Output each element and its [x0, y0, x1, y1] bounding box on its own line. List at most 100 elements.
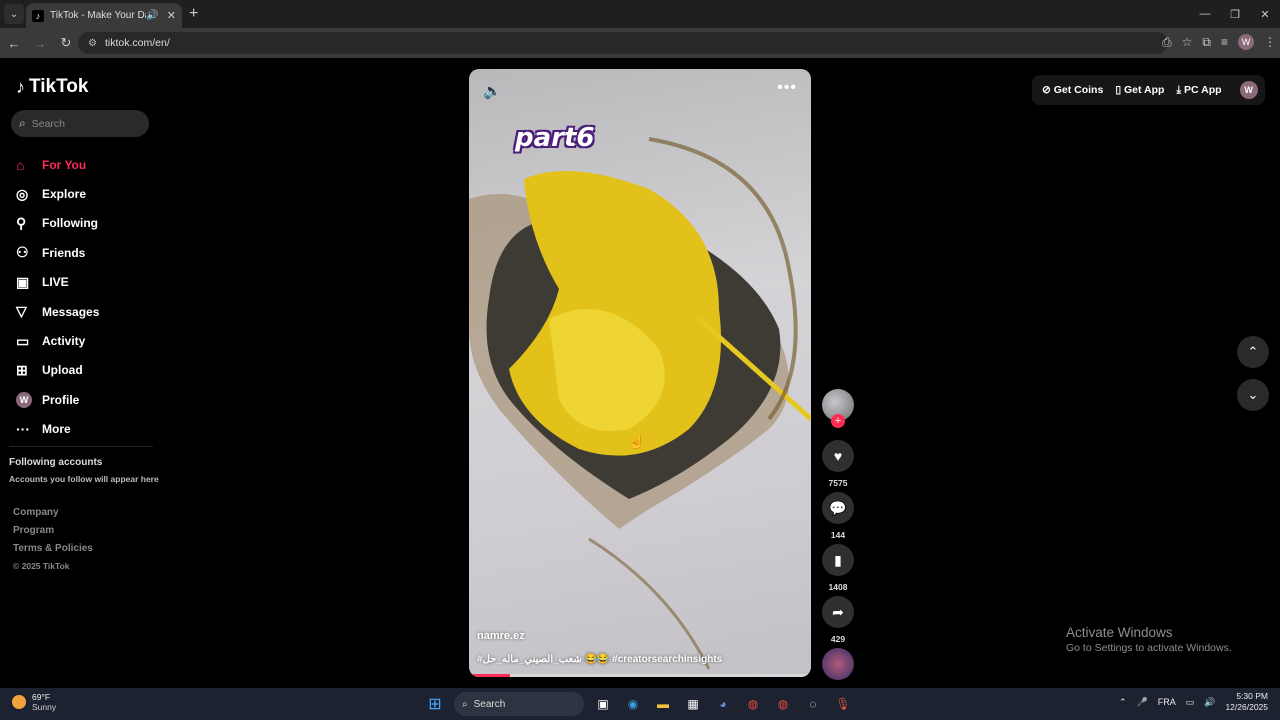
chrome-profile-icon[interactable]: ◍ — [772, 693, 794, 715]
share-button[interactable]: ➦ 429 — [822, 596, 854, 644]
sidebar-item-following[interactable]: ⚲ Following — [16, 209, 156, 238]
install-icon[interactable]: ⎙ — [1162, 35, 1172, 50]
video-progress-fill — [469, 674, 511, 677]
sidebar-item-label: Explore — [42, 187, 87, 202]
sidebar-item-profile[interactable]: W Profile — [16, 385, 156, 414]
minimize-icon[interactable]: — — [1190, 0, 1220, 28]
clock[interactable]: 5:30 PM 12/26/2025 — [1225, 691, 1268, 713]
media-control-icon[interactable]: ≡ — [1221, 35, 1228, 49]
comment-icon: 💬 — [822, 492, 854, 524]
next-video-button[interactable]: ⌄ — [1237, 379, 1269, 411]
sidebar: ♪ TikTok ⌕ Search ⌂ For You ◎ Explore ⚲ … — [0, 58, 160, 688]
video-progress-bar[interactable] — [469, 674, 811, 677]
save-button[interactable]: ▮ 1408 — [822, 544, 854, 592]
pc-app-button[interactable]: ⤓ PC App — [1176, 84, 1221, 97]
music-disc-icon[interactable] — [822, 648, 854, 680]
sidebar-item-label: More — [42, 422, 71, 437]
tab-close-icon[interactable]: ✕ — [167, 9, 176, 22]
video-player[interactable]: 🔈 ••• part6 namre.ez #شعب_الصيني_ماله_حل… — [469, 69, 811, 677]
video-overlay-text: part6 — [515, 123, 595, 153]
edge-icon[interactable]: ◉ — [622, 693, 644, 715]
discord-icon[interactable]: ◕ — [712, 693, 734, 715]
video-frame-image — [469, 137, 811, 670]
video-author[interactable]: namre.ez — [477, 630, 525, 642]
tiktok-favicon-icon: ♪ — [32, 9, 44, 22]
tab-audio-icon[interactable]: 🔊 — [146, 10, 158, 21]
network-icon[interactable]: ▭ — [1186, 697, 1195, 708]
search-icon: ⌕ — [19, 116, 26, 130]
footer-link-company[interactable]: Company — [13, 507, 93, 525]
chrome-icon[interactable]: ◍ — [742, 693, 764, 715]
sidebar-item-for-you[interactable]: ⌂ For You — [16, 150, 156, 179]
store-icon[interactable]: ▦ — [682, 693, 704, 715]
more-options-icon[interactable]: ••• — [777, 79, 797, 97]
compass-icon: ◎ — [16, 185, 29, 202]
sidebar-item-more[interactable]: ··· More — [16, 415, 156, 444]
comment-button[interactable]: 💬 144 — [822, 492, 854, 540]
browser-toolbar-right: ⎙ ☆ ⧉ ≡ W ⋮ — [1162, 34, 1276, 50]
url-field[interactable]: ⚙ tiktok.com/en/ — [78, 32, 1168, 54]
profile-avatar[interactable]: W — [1239, 81, 1258, 99]
reload-icon[interactable]: ↻ — [54, 35, 78, 51]
mic-icon[interactable]: 🎤 — [1137, 697, 1148, 708]
back-icon[interactable]: ← — [2, 36, 26, 51]
like-button[interactable]: ♥ 7575 — [822, 440, 854, 488]
file-explorer-icon[interactable]: ▬ — [652, 693, 674, 715]
sidebar-item-upload[interactable]: ⊞ Upload — [16, 356, 156, 385]
system-tray: ⌃ 🎤 FRA ▭ 🔊 5:30 PM 12/26/2025 — [1119, 691, 1268, 713]
live-icon: ▣ — [16, 273, 30, 290]
microphone-app-icon[interactable]: 🎙 — [832, 693, 854, 715]
browser-profile-avatar[interactable]: W — [1238, 34, 1254, 50]
browser-menu-icon[interactable]: ⋮ — [1264, 35, 1276, 49]
sidebar-item-friends[interactable]: ⚇ Friends — [16, 238, 156, 267]
clock-date: 12/26/2025 — [1225, 702, 1268, 712]
get-coins-button[interactable]: ⊘ Get Coins — [1042, 84, 1103, 96]
task-view-icon[interactable]: ▣ — [592, 693, 614, 715]
get-app-button[interactable]: ▯ Get App — [1115, 84, 1164, 96]
tab-title: TikTok - Make Your Day — [50, 10, 147, 21]
footer-link-terms[interactable]: Terms & Policies — [13, 543, 93, 561]
tiktok-note-icon: ♪ — [16, 76, 25, 97]
follow-plus-icon[interactable]: + — [831, 414, 845, 428]
search-input[interactable]: ⌕ Search — [11, 110, 149, 137]
new-tab-button[interactable]: + — [189, 5, 198, 23]
language-indicator[interactable]: FRA — [1158, 697, 1176, 707]
extensions-icon[interactable]: ⧉ — [1202, 35, 1211, 50]
sidebar-item-activity[interactable]: ▭ Activity — [16, 326, 156, 355]
video-caption[interactable]: #شعب_الصيني_ماله_حل 😂😂 #creatorsearchins… — [477, 654, 722, 665]
speaker-icon[interactable]: 🔊 — [1204, 697, 1215, 708]
tab-search-icon[interactable]: ⌄ — [4, 4, 24, 24]
taskbar-search-placeholder: Search — [473, 698, 506, 710]
sidebar-item-messages[interactable]: ▽ Messages — [16, 297, 156, 326]
previous-video-button[interactable]: ⌃ — [1237, 336, 1269, 368]
volume-icon[interactable]: 🔈 — [483, 82, 502, 100]
browser-tab[interactable]: ♪ TikTok - Make Your Day 🔊 ✕ — [26, 3, 182, 28]
taskbar-search-input[interactable]: ⌕ Search — [454, 692, 584, 716]
sidebar-item-label: LIVE — [42, 275, 69, 290]
bookmark-star-icon[interactable]: ☆ — [1182, 35, 1193, 49]
heart-icon: ♥ — [822, 440, 854, 472]
tiktok-logo[interactable]: ♪ TikTok — [16, 76, 88, 98]
footer-links: Company Program Terms & Policies © 2025 … — [13, 507, 93, 579]
mouse-cursor-icon: ☝ — [628, 433, 646, 449]
site-info-icon[interactable]: ⚙ — [88, 38, 97, 49]
close-window-icon[interactable]: ✕ — [1250, 0, 1280, 28]
share-icon: ➦ — [822, 596, 854, 628]
forward-icon[interactable]: → — [28, 36, 52, 51]
footer-link-program[interactable]: Program — [13, 525, 93, 543]
sidebar-item-label: Activity — [42, 334, 86, 349]
chevron-up-icon[interactable]: ⌃ — [1119, 697, 1127, 708]
more-icon: ··· — [16, 421, 30, 438]
save-count: 1408 — [828, 582, 848, 592]
windows-start-icon[interactable]: ⊞ — [424, 693, 446, 715]
maximize-icon[interactable]: ❐ — [1220, 0, 1250, 28]
temperature: 69°F — [32, 692, 51, 702]
sidebar-item-explore[interactable]: ◎ Explore — [16, 179, 156, 208]
sidebar-item-label: Messages — [42, 304, 100, 319]
weather-widget[interactable]: 69°F Sunny — [12, 692, 56, 712]
chevron-down-icon: ⌄ — [1247, 387, 1259, 402]
sidebar-item-live[interactable]: ▣ LIVE — [16, 268, 156, 297]
creator-avatar[interactable]: + — [822, 389, 854, 428]
sidebar-item-label: Friends — [42, 245, 86, 260]
app-icon[interactable]: ◌ — [802, 693, 824, 715]
